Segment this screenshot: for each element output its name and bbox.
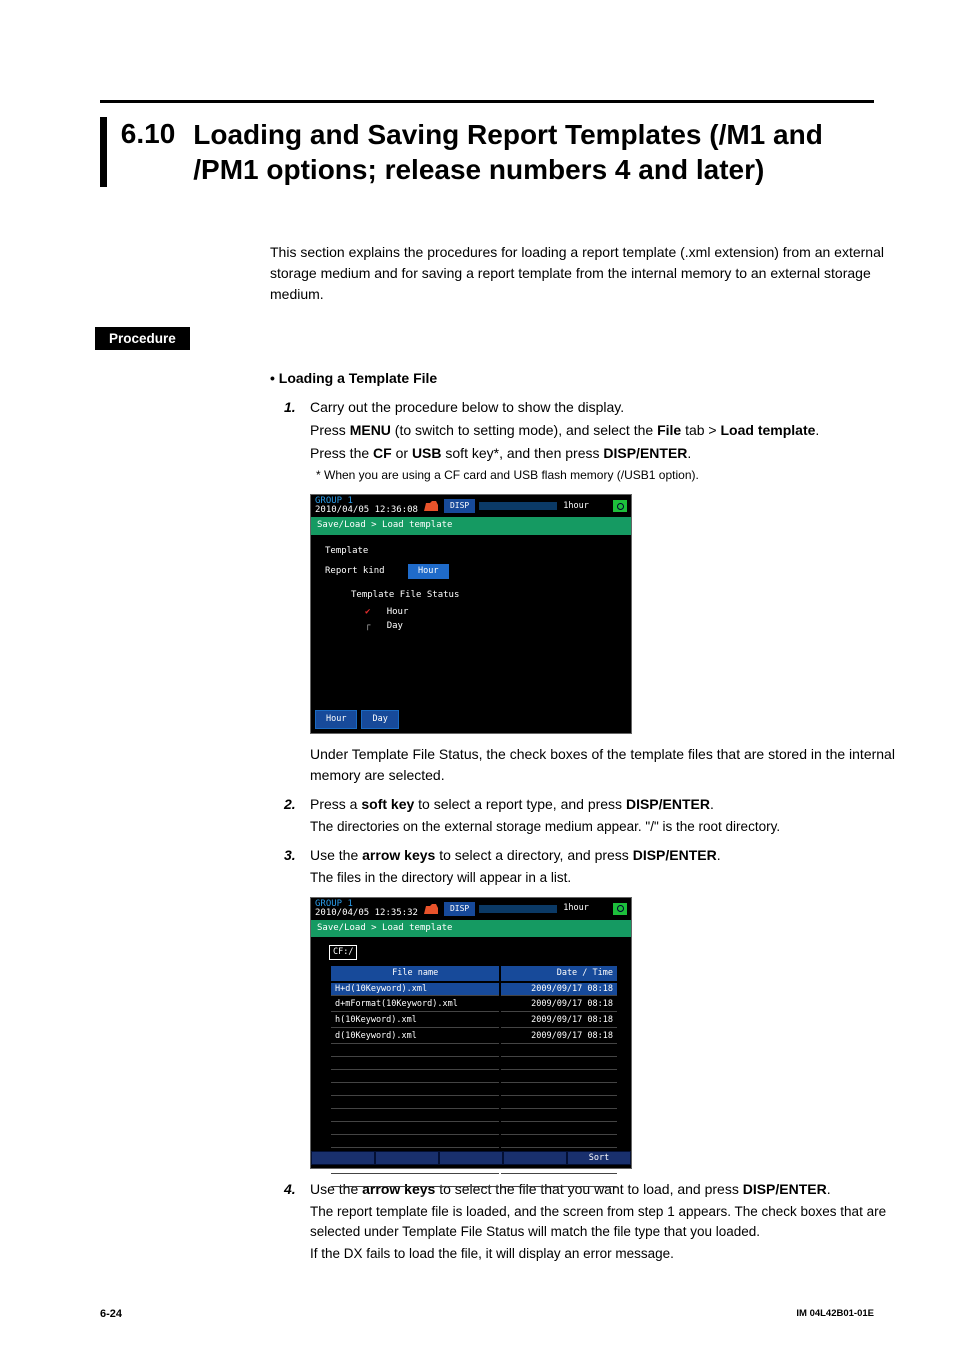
- step1-line1: Carry out the procedure below to show th…: [310, 397, 910, 418]
- table-row: [331, 1098, 617, 1109]
- status-icon: [613, 500, 627, 512]
- page-footer: 6-24 IM 04L42B01-01E: [100, 1308, 874, 1320]
- table-row: [331, 1072, 617, 1083]
- disp-badge: DISP: [444, 902, 475, 916]
- subhead-loading: • Loading a Template File: [270, 368, 910, 389]
- ss2-header: GROUP 1 2010/04/05 12:35:32 DISP 1hour: [311, 898, 631, 920]
- note-template-status: Under Template File Status, the check bo…: [310, 744, 910, 786]
- free-space-row: Free space 12384 Kbytes: [347, 1193, 603, 1206]
- progress-meter: [479, 502, 557, 510]
- step-number: 4.: [284, 1179, 310, 1267]
- step1-footnote: * When you are using a CF card and USB f…: [316, 466, 910, 484]
- section-bar: [100, 117, 107, 187]
- procedure-tag: Procedure: [95, 327, 190, 350]
- breadcrumb: Save/Load > Load template: [311, 920, 631, 938]
- table-row[interactable]: d(10Keyword).xml2009/09/17 08:18: [331, 1030, 617, 1044]
- table-row[interactable]: h(10Keyword).xml2009/09/17 08:18: [331, 1014, 617, 1028]
- status-icon: [613, 903, 627, 915]
- progress-meter: [479, 905, 557, 913]
- group-label: GROUP 1 2010/04/05 12:35:32: [315, 900, 418, 918]
- softkey-sort[interactable]: Sort: [567, 1151, 631, 1165]
- document-id: IM 04L42B01-01E: [796, 1308, 874, 1320]
- step3-line1: Use the arrow keys to select a directory…: [310, 845, 910, 866]
- check-false-icon: ┌: [365, 621, 370, 631]
- table-row[interactable]: d+mFormat(10Keyword).xml2009/09/17 08:18: [331, 998, 617, 1012]
- table-row: [331, 1111, 617, 1122]
- softkey-hour[interactable]: Hour: [315, 710, 357, 729]
- page-number: 6-24: [100, 1308, 122, 1320]
- table-row: [331, 1046, 617, 1057]
- table-row: [331, 1085, 617, 1096]
- step-number: 1.: [284, 397, 310, 486]
- group-label: GROUP 1 2010/04/05 12:36:08: [315, 497, 418, 515]
- check-hour: ✔ Hour: [365, 606, 617, 620]
- device-icon: [422, 499, 440, 513]
- softkey-empty[interactable]: [311, 1151, 375, 1165]
- breadcrumb: Save/Load > Load template: [311, 517, 631, 535]
- table-row: [331, 1059, 617, 1070]
- template-file-status-title: Template File Status: [351, 589, 617, 603]
- check-true-icon: ✔: [365, 607, 370, 617]
- path-box: CF:/: [329, 945, 357, 960]
- step1-line2: Press MENU (to switch to setting mode), …: [310, 420, 910, 441]
- hour-label: 1hour: [563, 500, 589, 513]
- screenshot-template-status: GROUP 1 2010/04/05 12:36:08 DISP 1hour S…: [310, 494, 632, 734]
- softkey-day[interactable]: Day: [361, 710, 398, 729]
- hour-label: 1hour: [563, 902, 589, 915]
- step-1: 1. Carry out the procedure below to show…: [284, 397, 910, 486]
- check-day: ┌ Day: [365, 620, 617, 634]
- table-row: [331, 1176, 617, 1187]
- softkey-empty[interactable]: [439, 1151, 503, 1165]
- intro-paragraph: This section explains the procedures for…: [270, 242, 890, 305]
- softkey-empty[interactable]: [503, 1151, 567, 1165]
- table-row: [331, 1124, 617, 1135]
- step4-line3: If the DX fails to load the file, it wil…: [310, 1244, 910, 1264]
- step2-line1: Press a soft key to select a report type…: [310, 794, 910, 815]
- table-row[interactable]: H+d(10Keyword).xml2009/09/17 08:18: [331, 983, 617, 997]
- col-datetime: Date / Time: [501, 966, 617, 981]
- step-number: 2.: [284, 794, 310, 839]
- step-number: 3.: [284, 845, 310, 890]
- disp-badge: DISP: [444, 499, 475, 513]
- screenshot-file-list: GROUP 1 2010/04/05 12:35:32 DISP 1hour S…: [310, 897, 632, 1169]
- table-row: [331, 1137, 617, 1148]
- softkey-row: Sort: [311, 1151, 631, 1165]
- step-2: 2. Press a soft key to select a report t…: [284, 794, 910, 839]
- ss1-header: GROUP 1 2010/04/05 12:36:08 DISP 1hour: [311, 495, 631, 517]
- report-kind-field[interactable]: Hour: [408, 564, 448, 579]
- step2-line2: The directories on the external storage …: [310, 817, 910, 837]
- section-header: 6.10 Loading and Saving Report Templates…: [100, 117, 874, 187]
- section-number: 6.10: [121, 117, 176, 151]
- template-label: Template: [325, 545, 617, 559]
- step3-line2: The files in the directory will appear i…: [310, 868, 910, 888]
- report-kind-row: Report kind Hour: [325, 564, 617, 579]
- col-filename: File name: [331, 966, 499, 981]
- device-icon: [422, 902, 440, 916]
- step1-line3: Press the CF or USB soft key*, and then …: [310, 443, 910, 464]
- softkey-empty[interactable]: [375, 1151, 439, 1165]
- section-title: Loading and Saving Report Templates (/M1…: [193, 117, 874, 187]
- step-3: 3. Use the arrow keys to select a direct…: [284, 845, 910, 890]
